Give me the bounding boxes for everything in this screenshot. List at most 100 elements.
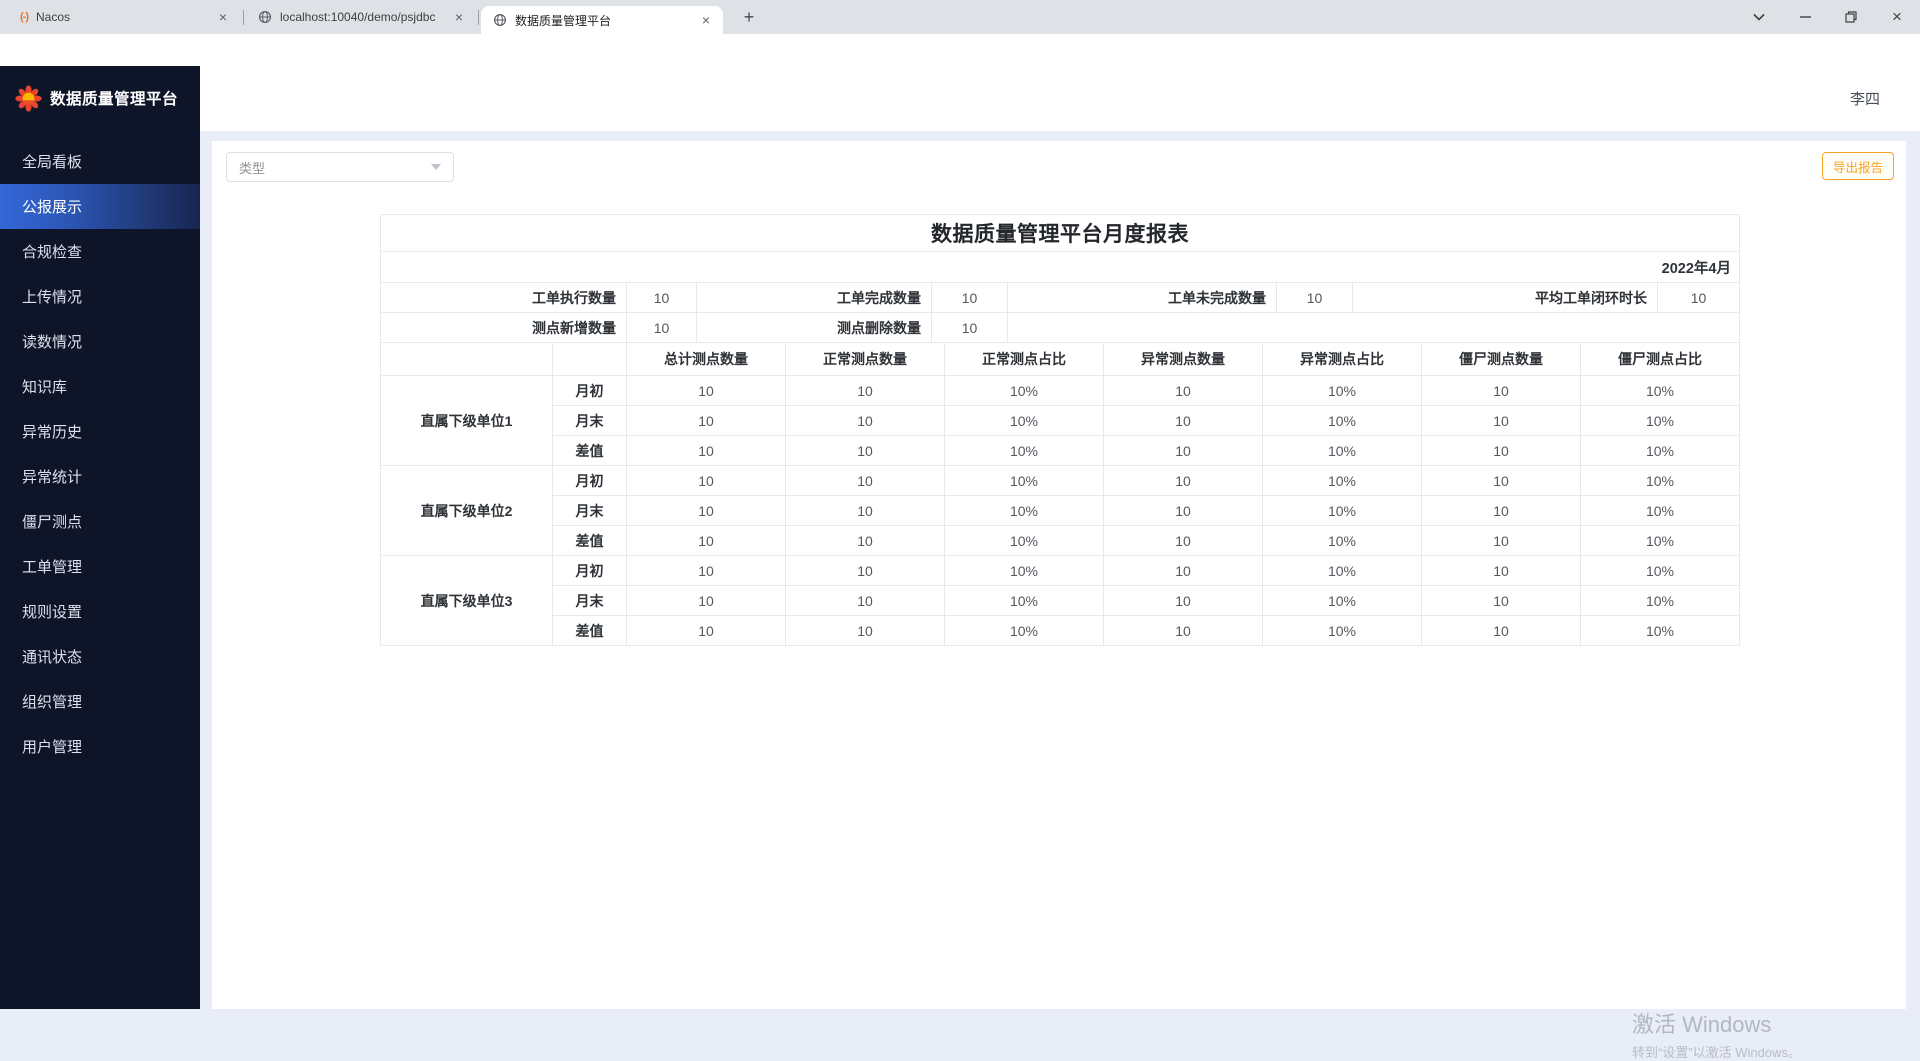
value-cell: 10% (1581, 556, 1740, 586)
browser-toolbar: localhost:7775/falarm/index.html ☆ 更新 ⋮ (0, 34, 1920, 66)
brand: 数据质量管理平台 (0, 66, 200, 130)
value-cell: 10 (627, 586, 786, 616)
value-cell: 10% (1263, 526, 1422, 556)
browser-tab-nacos[interactable]: (-) Nacos × (8, 0, 240, 34)
browser-tab-localhost[interactable]: localhost:10040/demo/psjdbc × (246, 0, 476, 34)
value-cell: 10 (786, 436, 945, 466)
new-tab-button[interactable]: + (736, 5, 762, 31)
export-report-button[interactable]: 导出报告 (1822, 152, 1894, 180)
tab-close-icon[interactable]: × (699, 12, 713, 28)
watermark-line1: 激活 Windows (1632, 1007, 1801, 1039)
detail-header-empty (553, 343, 627, 376)
sidebar-item-工单管理[interactable]: 工单管理 (0, 544, 200, 589)
row-label-cell: 月末 (553, 496, 627, 526)
detail-column-header: 僵尸测点占比 (1581, 343, 1740, 376)
tab-close-icon[interactable]: × (452, 9, 466, 25)
report-summary-table: 数据质量管理平台月度报表 2022年4月 工单执行数量10工单完成数量10工单未… (380, 214, 1740, 343)
sidebar-item-合规检查[interactable]: 合规检查 (0, 229, 200, 274)
sidebar-item-公报展示[interactable]: 公报展示 (0, 184, 200, 229)
window-restore-button[interactable] (1828, 0, 1874, 34)
report-detail-table: 总计测点数量正常测点数量正常测点占比异常测点数量异常测点占比僵尸测点数量僵尸测点… (380, 342, 1740, 646)
summary-value: 10 (932, 313, 1008, 343)
tab-title: 数据质量管理平台 (515, 12, 691, 29)
value-cell: 10% (945, 436, 1104, 466)
value-cell: 10% (1263, 496, 1422, 526)
value-cell: 10 (1422, 586, 1581, 616)
summary-value: 10 (932, 283, 1008, 313)
value-cell: 10 (1104, 406, 1263, 436)
monthly-report: 数据质量管理平台月度报表 2022年4月 工单执行数量10工单完成数量10工单未… (380, 214, 1739, 646)
chevron-down-icon (431, 164, 441, 170)
value-cell: 10% (1581, 586, 1740, 616)
value-cell: 10 (1422, 466, 1581, 496)
window-minimize-button[interactable] (1782, 0, 1828, 34)
value-cell: 10% (945, 556, 1104, 586)
value-cell: 10 (627, 376, 786, 406)
value-cell: 10% (1263, 376, 1422, 406)
value-cell: 10 (1104, 436, 1263, 466)
summary-label: 测点删除数量 (697, 313, 932, 343)
value-cell: 10 (1104, 496, 1263, 526)
value-cell: 10 (627, 616, 786, 646)
unit-name-cell: 直属下级单位1 (381, 376, 553, 466)
row-label-cell: 月末 (553, 586, 627, 616)
sidebar-item-组织管理[interactable]: 组织管理 (0, 679, 200, 724)
sidebar-item-上传情况[interactable]: 上传情况 (0, 274, 200, 319)
summary-value: 10 (1658, 283, 1740, 313)
detail-column-header: 正常测点占比 (945, 343, 1104, 376)
sidebar: 数据质量管理平台 全局看板公报展示合规检查上传情况读数情况知识库异常历史异常统计… (0, 66, 200, 1009)
sidebar-item-读数情况[interactable]: 读数情况 (0, 319, 200, 364)
value-cell: 10 (627, 526, 786, 556)
value-cell: 10 (1422, 556, 1581, 586)
window-close-button[interactable]: × (1874, 0, 1920, 34)
value-cell: 10 (786, 556, 945, 586)
value-cell: 10% (1581, 466, 1740, 496)
summary-label: 测点新增数量 (381, 313, 627, 343)
tab-divider (243, 10, 244, 25)
row-label-cell: 差值 (553, 436, 627, 466)
unit-name-cell: 直属下级单位2 (381, 466, 553, 556)
value-cell: 10% (1581, 616, 1740, 646)
sidebar-item-通讯状态[interactable]: 通讯状态 (0, 634, 200, 679)
sidebar-item-规则设置[interactable]: 规则设置 (0, 589, 200, 634)
nacos-favicon-icon: (-) (20, 11, 28, 23)
value-cell: 10 (786, 526, 945, 556)
detail-column-header: 僵尸测点数量 (1422, 343, 1581, 376)
browser-tab-strip: (-) Nacos × localhost:10040/demo/psjdbc … (0, 0, 1920, 34)
row-label-cell: 差值 (553, 616, 627, 646)
type-select[interactable]: 类型 (226, 152, 454, 182)
sidebar-item-僵尸测点[interactable]: 僵尸测点 (0, 499, 200, 544)
value-cell: 10 (1104, 556, 1263, 586)
value-cell: 10 (1422, 376, 1581, 406)
summary-empty-cell (1008, 313, 1740, 343)
sidebar-item-用户管理[interactable]: 用户管理 (0, 724, 200, 769)
current-user[interactable]: 李四 (1850, 66, 1880, 131)
tab-close-icon[interactable]: × (216, 9, 230, 25)
sidebar-item-异常统计[interactable]: 异常统计 (0, 454, 200, 499)
sidebar-item-知识库[interactable]: 知识库 (0, 364, 200, 409)
browser-tab-active[interactable]: 数据质量管理平台 × (481, 6, 723, 34)
detail-header-empty (381, 343, 553, 376)
detail-column-header: 异常测点占比 (1263, 343, 1422, 376)
value-cell: 10% (945, 466, 1104, 496)
value-cell: 10% (945, 496, 1104, 526)
value-cell: 10% (1263, 466, 1422, 496)
watermark-line2: 转到“设置”以激活 Windows。 (1632, 1042, 1801, 1061)
app-header: 李四 (200, 66, 1920, 131)
value-cell: 10% (1263, 556, 1422, 586)
globe-favicon-icon (258, 10, 272, 24)
report-period: 2022年4月 (381, 252, 1740, 283)
sidebar-item-全局看板[interactable]: 全局看板 (0, 139, 200, 184)
summary-label: 工单完成数量 (697, 283, 932, 313)
sidebar-item-异常历史[interactable]: 异常历史 (0, 409, 200, 454)
type-select-placeholder: 类型 (239, 158, 431, 177)
value-cell: 10 (627, 466, 786, 496)
value-cell: 10% (945, 616, 1104, 646)
tab-search-chevron-icon[interactable] (1736, 0, 1782, 34)
value-cell: 10 (1104, 616, 1263, 646)
row-label-cell: 月末 (553, 406, 627, 436)
value-cell: 10 (627, 556, 786, 586)
sidebar-menu: 全局看板公报展示合规检查上传情况读数情况知识库异常历史异常统计僵尸测点工单管理规… (0, 139, 200, 769)
globe-favicon-icon (493, 13, 507, 27)
value-cell: 10 (1422, 406, 1581, 436)
